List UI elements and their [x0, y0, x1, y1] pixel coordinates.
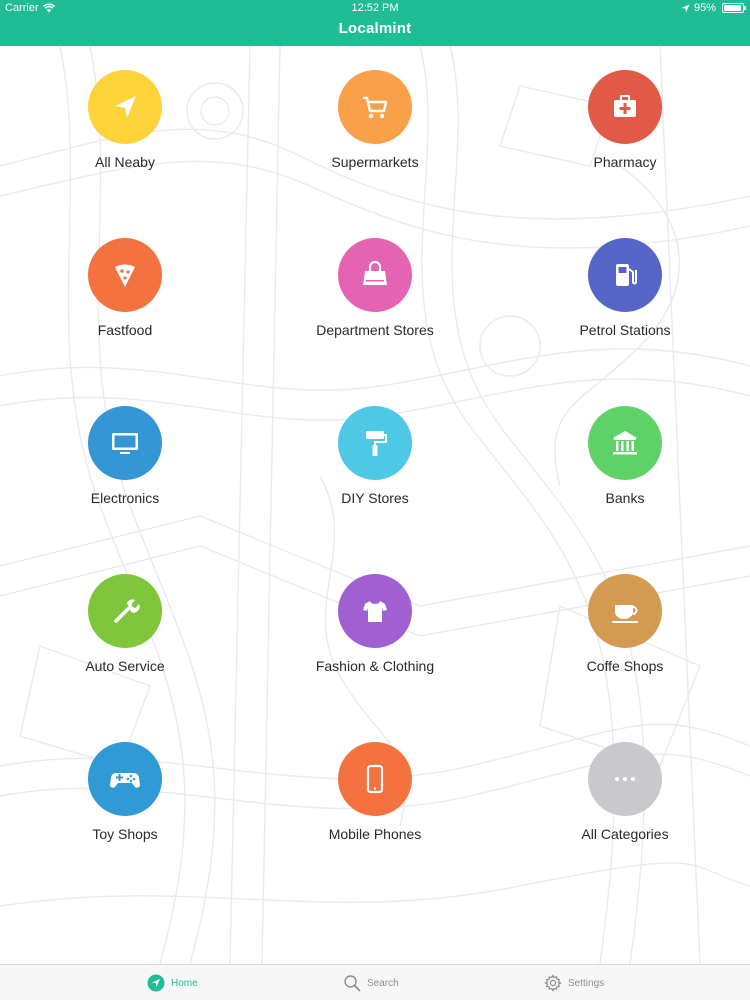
category-label: All Neaby [95, 154, 155, 170]
category-banks[interactable]: Banks [525, 406, 725, 536]
page-title: Localmint [338, 20, 412, 37]
gamepad-icon [110, 773, 140, 788]
shopping-bag-icon [363, 260, 387, 285]
category-mobile-phones[interactable]: Mobile Phones [275, 742, 475, 872]
category-electronics[interactable]: Electronics [25, 406, 225, 536]
category-icon-circle [88, 406, 162, 480]
paint-roller-icon [366, 431, 387, 456]
category-label: Toy Shops [92, 826, 158, 842]
category-icon-circle [88, 574, 162, 648]
category-icon-circle [338, 238, 412, 312]
mobile-phone-icon [366, 764, 384, 794]
category-all-categories[interactable]: All Categories [525, 742, 725, 872]
category-fashion-clothing[interactable]: Fashion & Clothing [275, 574, 475, 704]
tshirt-icon [363, 601, 387, 622]
tab-search[interactable]: Search [343, 965, 399, 1000]
category-label: DIY Stores [341, 490, 409, 506]
battery-icon [722, 3, 746, 13]
tab-search-label: Search [367, 977, 399, 989]
category-icon-circle [588, 406, 662, 480]
more-dots-icon [615, 777, 635, 781]
status-time: 12:52 PM [351, 2, 399, 14]
category-label: Department Stores [316, 322, 434, 338]
category-icon-circle [88, 70, 162, 144]
category-label: Supermarkets [331, 154, 419, 170]
bank-building-icon [613, 431, 637, 455]
search-icon [344, 975, 361, 992]
category-all-nearby[interactable]: All Neaby [25, 70, 225, 200]
tab-home[interactable]: Home [147, 965, 198, 1000]
category-label: Auto Service [85, 658, 165, 674]
category-icon-circle [588, 238, 662, 312]
category-toy-shops[interactable]: Toy Shops [25, 742, 225, 872]
gear-icon [544, 974, 562, 992]
category-label: Electronics [90, 490, 160, 506]
wrench-icon [114, 599, 140, 623]
status-bar: Carrier 12:52 PM 95% [0, 0, 750, 16]
category-label: Coffe Shops [586, 658, 664, 674]
category-label: Pharmacy [593, 154, 657, 170]
shopping-cart-icon [363, 96, 388, 119]
category-icon-circle [588, 70, 662, 144]
category-label: Fashion & Clothing [315, 658, 435, 674]
category-department-stores[interactable]: Department Stores [275, 238, 475, 368]
category-label: All Categories [581, 826, 669, 842]
category-icon-circle [338, 742, 412, 816]
category-grid: All Neaby Supermarkets Pharmacy Fastfood… [0, 46, 750, 964]
location-services-icon [681, 3, 690, 13]
category-icon-circle [88, 238, 162, 312]
category-icon-circle [588, 574, 662, 648]
category-icon-circle [338, 574, 412, 648]
tab-bar: Home Search Settings [0, 964, 750, 1000]
navigation-bar: Carrier 12:52 PM 95% Localmint [0, 0, 750, 46]
tv-icon [112, 433, 138, 454]
category-label: Fastfood [97, 322, 153, 338]
category-icon-circle [338, 406, 412, 480]
home-navigation-icon [147, 974, 165, 992]
location-arrow-icon [115, 96, 136, 118]
coffee-cup-icon [612, 605, 638, 623]
category-label: Petrol Stations [579, 322, 671, 338]
category-icon-circle [588, 742, 662, 816]
category-diy-stores[interactable]: DIY Stores [275, 406, 475, 536]
category-auto-service[interactable]: Auto Service [25, 574, 225, 704]
category-icon-circle [338, 70, 412, 144]
category-fastfood[interactable]: Fastfood [25, 238, 225, 368]
tab-home-label: Home [171, 977, 198, 989]
category-icon-circle [88, 742, 162, 816]
pizza-slice-icon [115, 264, 135, 287]
category-supermarkets[interactable]: Supermarkets [275, 70, 475, 200]
category-coffee-shops[interactable]: Coffe Shops [525, 574, 725, 704]
tab-settings-label: Settings [568, 977, 605, 989]
category-petrol-stations[interactable]: Petrol Stations [525, 238, 725, 368]
battery-percent: 95% [693, 2, 716, 14]
category-label: Mobile Phones [328, 826, 422, 842]
first-aid-kit-icon [614, 95, 636, 117]
tab-settings[interactable]: Settings [544, 965, 604, 1000]
category-pharmacy[interactable]: Pharmacy [525, 70, 725, 200]
fuel-pump-icon [616, 264, 637, 286]
category-label: Banks [605, 490, 645, 506]
